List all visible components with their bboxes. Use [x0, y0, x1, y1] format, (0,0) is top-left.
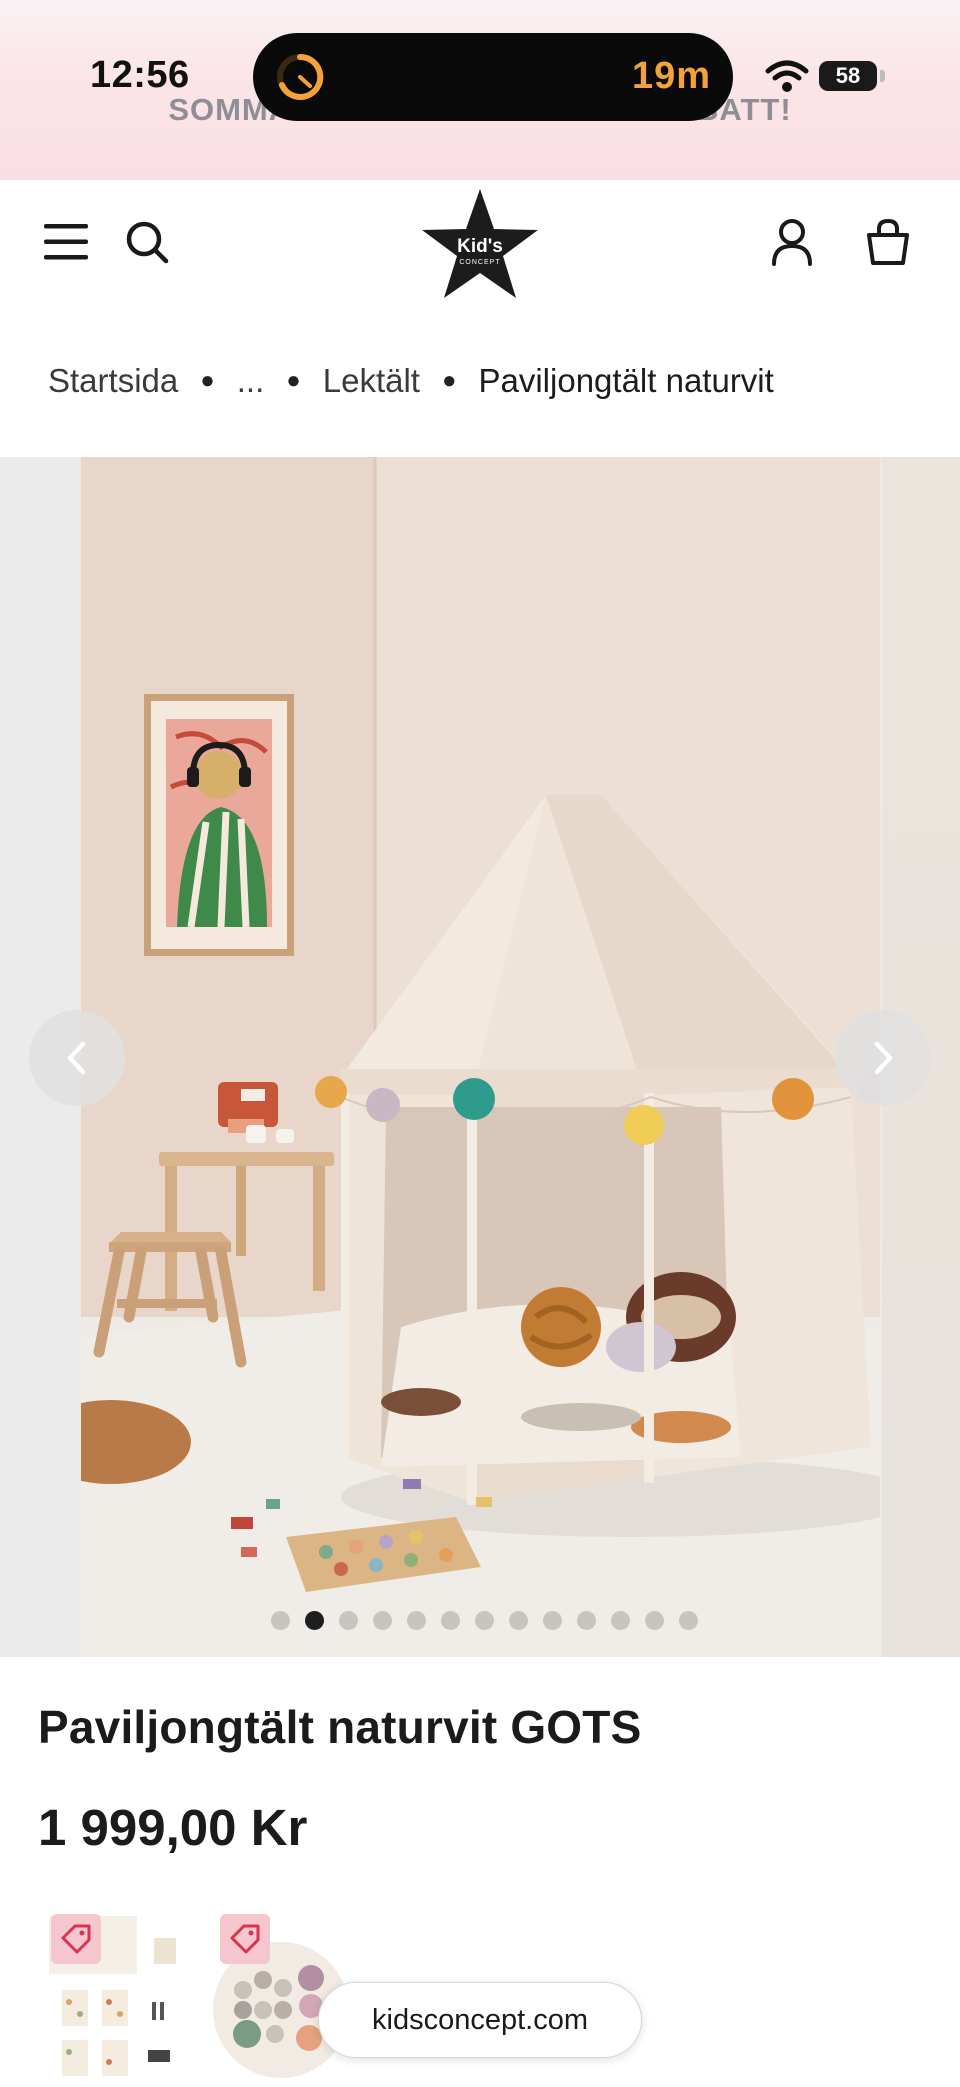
timer-ring-icon: [277, 53, 324, 100]
status-icons: 58: [764, 56, 894, 96]
battery-indicator: 58: [819, 61, 877, 91]
related-product-thumbnail[interactable]: [44, 1910, 184, 2087]
timer-text: 19m: [631, 55, 711, 97]
status-time: 12:56: [90, 54, 190, 96]
product-title: Paviljongtält naturvit GOTS: [38, 1701, 642, 1753]
pagination-dot[interactable]: [577, 1611, 596, 1630]
product-price: 1 999,00 Kr: [38, 1799, 308, 1856]
bag-icon[interactable]: [860, 214, 916, 270]
gallery-pagination: [271, 1611, 698, 1630]
pagination-dot[interactable]: [509, 1611, 528, 1630]
breadcrumb-category[interactable]: Lektält: [323, 362, 420, 400]
logo-text: Kid's: [457, 236, 503, 257]
breadcrumb-separator: ●: [441, 367, 457, 394]
pagination-dot-active[interactable]: [305, 1611, 324, 1630]
sale-tag-icon: [220, 1914, 270, 1964]
battery-tip: [880, 70, 885, 82]
search-icon[interactable]: [119, 214, 175, 270]
breadcrumb-current: Paviljongtält naturvit: [478, 362, 774, 399]
pagination-dot[interactable]: [339, 1611, 358, 1630]
dynamic-island[interactable]: 19m: [253, 33, 733, 121]
pagination-dot[interactable]: [407, 1611, 426, 1630]
product-image[interactable]: [81, 457, 880, 1657]
pagination-dot[interactable]: [441, 1611, 460, 1630]
breadcrumb: Startsida ● ... ● Lektält ● Paviljongtäl…: [48, 356, 774, 406]
breadcrumb-ellipsis[interactable]: ...: [237, 362, 265, 400]
pagination-dot[interactable]: [271, 1611, 290, 1630]
url-text: kidsconcept.com: [372, 2003, 588, 2036]
breadcrumb-separator: ●: [286, 367, 301, 394]
brand-logo[interactable]: Kid's CONCEPT: [416, 184, 544, 304]
wifi-icon: [765, 60, 809, 92]
chevron-right-icon: [874, 1041, 893, 1075]
pagination-dot[interactable]: [475, 1611, 494, 1630]
pagination-dot[interactable]: [373, 1611, 392, 1630]
account-icon[interactable]: [764, 214, 820, 270]
menu-icon[interactable]: [38, 214, 94, 270]
breadcrumb-separator: ●: [200, 367, 215, 394]
top-banner: SOMMARREA – UPP TILL 50% RABATT! 12:56 1…: [0, 0, 960, 180]
site-header: Kid's CONCEPT: [0, 180, 960, 305]
next-image-button[interactable]: [835, 1010, 931, 1106]
product-gallery[interactable]: [0, 457, 960, 1657]
pagination-dot[interactable]: [645, 1611, 664, 1630]
sale-tag-icon: [51, 1914, 101, 1964]
pagination-dot[interactable]: [543, 1611, 562, 1630]
pagination-dot[interactable]: [679, 1611, 698, 1630]
chevron-left-icon: [67, 1041, 86, 1075]
previous-image-button[interactable]: [29, 1010, 125, 1106]
breadcrumb-home[interactable]: Startsida: [48, 362, 178, 400]
logo-subtext: CONCEPT: [459, 259, 500, 266]
pagination-dot[interactable]: [611, 1611, 630, 1630]
browser-url-bar[interactable]: kidsconcept.com: [318, 1982, 642, 2058]
